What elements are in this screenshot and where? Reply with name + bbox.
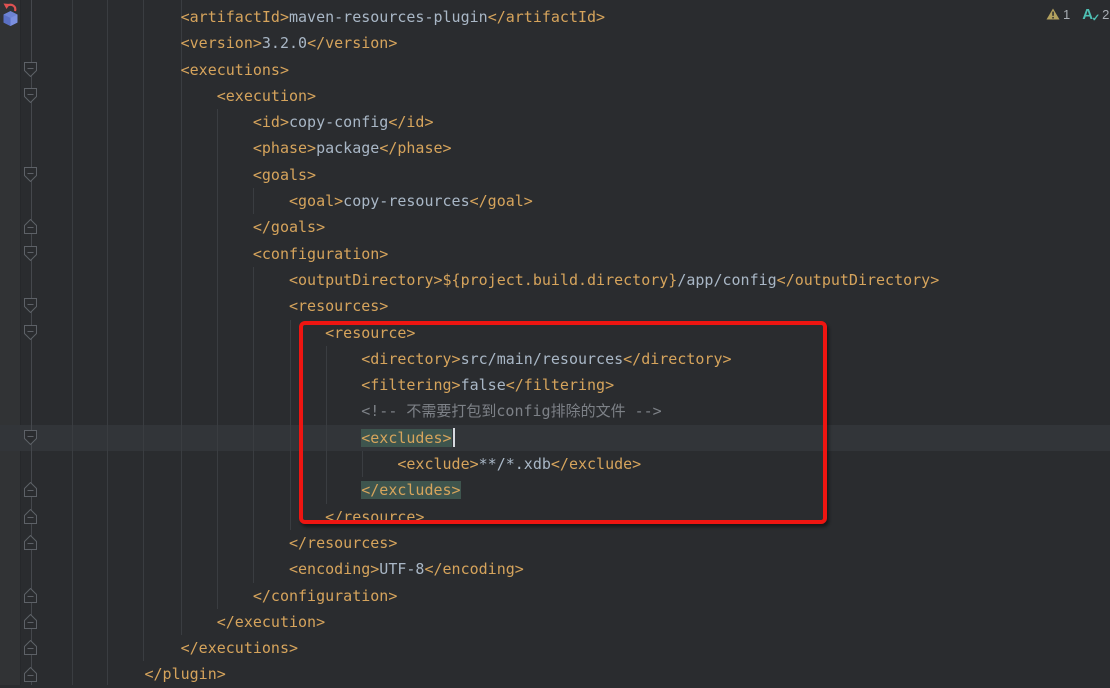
code-editor[interactable]: <artifactId>maven-resources-plugin</arti… [0,4,1110,688]
xml-tag: </phase> [379,139,451,157]
typo-inspection-item[interactable]: A✓ 2 [1073,7,1109,22]
code-line[interactable]: </resources> [0,530,1110,556]
code-line[interactable]: <!-- 不需要打包到config排除的文件 --> [0,398,1110,424]
code-line[interactable]: <version>3.2.0</version> [0,30,1110,56]
xml-tag: <outputDirectory> [289,271,443,289]
xml-tag: <execution> [217,87,316,105]
xml-tag: <resource> [325,324,415,342]
xml-tag: <executions> [181,61,289,79]
xml-text: UTF-8 [379,560,424,578]
xml-tag: <filtering> [361,376,460,394]
code-line[interactable]: </excludes> [0,477,1110,503]
xml-text: false [461,376,506,394]
xml-tag: </version> [307,34,397,52]
xml-tag: </excludes> [361,481,460,499]
xml-text: package [316,139,379,157]
code-line[interactable]: </resource> [0,504,1110,530]
code-line[interactable]: <goal>copy-resources</goal> [0,188,1110,214]
code-line[interactable]: <phase>package</phase> [0,135,1110,161]
xml-tag: </goals> [253,218,325,236]
typo-count: 2 [1102,7,1109,22]
code-line[interactable]: <outputDirectory>${project.build.directo… [0,267,1110,293]
xml-tag: <artifactId> [181,8,289,26]
xml-tag: </configuration> [253,587,398,605]
xml-tag: <goal> [289,192,343,210]
code-line[interactable]: <resource> [0,320,1110,346]
xml-tag: </executions> [181,639,298,657]
code-line[interactable]: <executions> [0,57,1110,83]
typo-a-check-icon: A✓ [1082,7,1093,22]
xml-tag: <phase> [253,139,316,157]
warning-count: 1 [1063,7,1070,22]
xml-tag: </outputDirectory> [777,271,940,289]
xml-tag: <excludes> [361,429,451,447]
code-line[interactable]: <artifactId>maven-resources-plugin</arti… [0,4,1110,30]
code-line[interactable]: </plugin> [0,661,1110,687]
xml-tag: </filtering> [506,376,614,394]
code-line[interactable]: <goals> [0,162,1110,188]
xml-tag: </exclude> [551,455,641,473]
code-line[interactable]: </configuration> [0,583,1110,609]
inspections-widget: 1 A✓ 2 [1046,4,1109,24]
xml-text: copy-resources [343,192,469,210]
xml-tag: </resource> [325,508,424,526]
xml-tag: </goal> [470,192,533,210]
xml-tag: </directory> [623,350,731,368]
warning-triangle-icon [1046,8,1060,20]
xml-tag: <goals> [253,166,316,184]
code-line[interactable]: <resources> [0,293,1110,319]
xml-prop: ${project.build.directory} [443,271,678,289]
maven-reload-icon[interactable] [1,2,20,32]
xml-tag: <resources> [289,297,388,315]
xml-text: /app/config [677,271,776,289]
xml-tag: </plugin> [145,665,226,683]
xml-text: **/*.xdb [479,455,551,473]
code-line[interactable]: <id>copy-config</id> [0,109,1110,135]
code-line[interactable]: </execution> [0,609,1110,635]
xml-tag: </artifactId> [488,8,605,26]
xml-tag: </encoding> [424,560,523,578]
xml-tag: <encoding> [289,560,379,578]
xml-tag: <configuration> [253,245,388,263]
code-line[interactable]: </goals> [0,214,1110,240]
code-line[interactable]: <excludes> [0,425,1110,451]
code-line[interactable]: <encoding>UTF-8</encoding> [0,556,1110,582]
xml-text: src/main/resources [461,350,624,368]
code-line[interactable]: <exclude>**/*.xdb</exclude> [0,451,1110,477]
xml-text: maven-resources-plugin [289,8,488,26]
xml-tag: <id> [253,113,289,131]
xml-tag: <exclude> [397,455,478,473]
xml-tag: </execution> [217,613,325,631]
xml-tag: </resources> [289,534,397,552]
xml-text: copy-config [289,113,388,131]
xml-tag: </id> [388,113,433,131]
code-line[interactable]: <filtering>false</filtering> [0,372,1110,398]
code-line[interactable]: <directory>src/main/resources</directory… [0,346,1110,372]
warning-inspection-item[interactable]: 1 [1046,7,1070,22]
xml-text: 3.2.0 [262,34,307,52]
code-line[interactable]: <configuration> [0,241,1110,267]
code-line[interactable]: </executions> [0,635,1110,661]
text-caret [453,428,455,447]
code-line[interactable]: <execution> [0,83,1110,109]
xml-tag: <directory> [361,350,460,368]
xml-comment: <!-- 不需要打包到config排除的文件 --> [361,402,661,420]
xml-tag: <version> [181,34,262,52]
